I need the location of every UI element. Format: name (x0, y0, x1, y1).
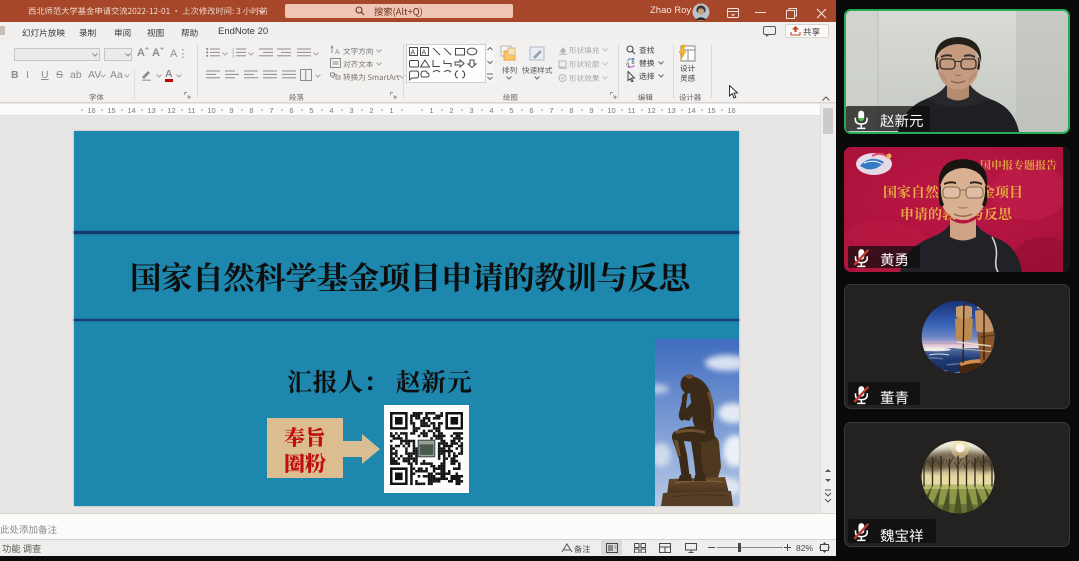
svg-text:10: 10 (607, 106, 615, 115)
svg-text:9: 9 (229, 106, 233, 115)
svg-text:A: A (422, 50, 427, 57)
svg-text:11: 11 (628, 106, 636, 115)
svg-text:1: 1 (389, 106, 393, 115)
svg-text:14: 14 (687, 106, 695, 115)
svg-text:5: 5 (509, 106, 513, 115)
svg-text:3: 3 (349, 106, 353, 115)
svg-text:7: 7 (549, 106, 553, 115)
svg-text:4: 4 (489, 106, 493, 115)
svg-text:16: 16 (87, 106, 95, 115)
svg-text:3: 3 (232, 53, 235, 58)
svg-text:15: 15 (707, 106, 715, 115)
svg-text:11: 11 (188, 106, 196, 115)
svg-text:1: 1 (429, 106, 433, 115)
svg-text:14: 14 (127, 106, 135, 115)
svg-text:12: 12 (647, 106, 655, 115)
svg-text:10: 10 (207, 106, 215, 115)
svg-text:3: 3 (469, 106, 473, 115)
svg-text:2: 2 (449, 106, 453, 115)
svg-text:8: 8 (249, 106, 253, 115)
svg-text:13: 13 (147, 106, 155, 115)
svg-text:2: 2 (369, 106, 373, 115)
svg-text:6: 6 (529, 106, 533, 115)
svg-text:A: A (335, 49, 340, 55)
svg-text:8: 8 (569, 106, 573, 115)
svg-text:16: 16 (727, 106, 735, 115)
svg-text:5: 5 (309, 106, 313, 115)
svg-text:12: 12 (167, 106, 175, 115)
svg-text:7: 7 (269, 106, 273, 115)
svg-text:6: 6 (289, 106, 293, 115)
svg-text:13: 13 (667, 106, 675, 115)
svg-text:9: 9 (589, 106, 593, 115)
svg-text:b: b (632, 60, 635, 66)
svg-text:A: A (411, 50, 416, 57)
svg-text:15: 15 (107, 106, 115, 115)
svg-text:4: 4 (329, 106, 333, 115)
